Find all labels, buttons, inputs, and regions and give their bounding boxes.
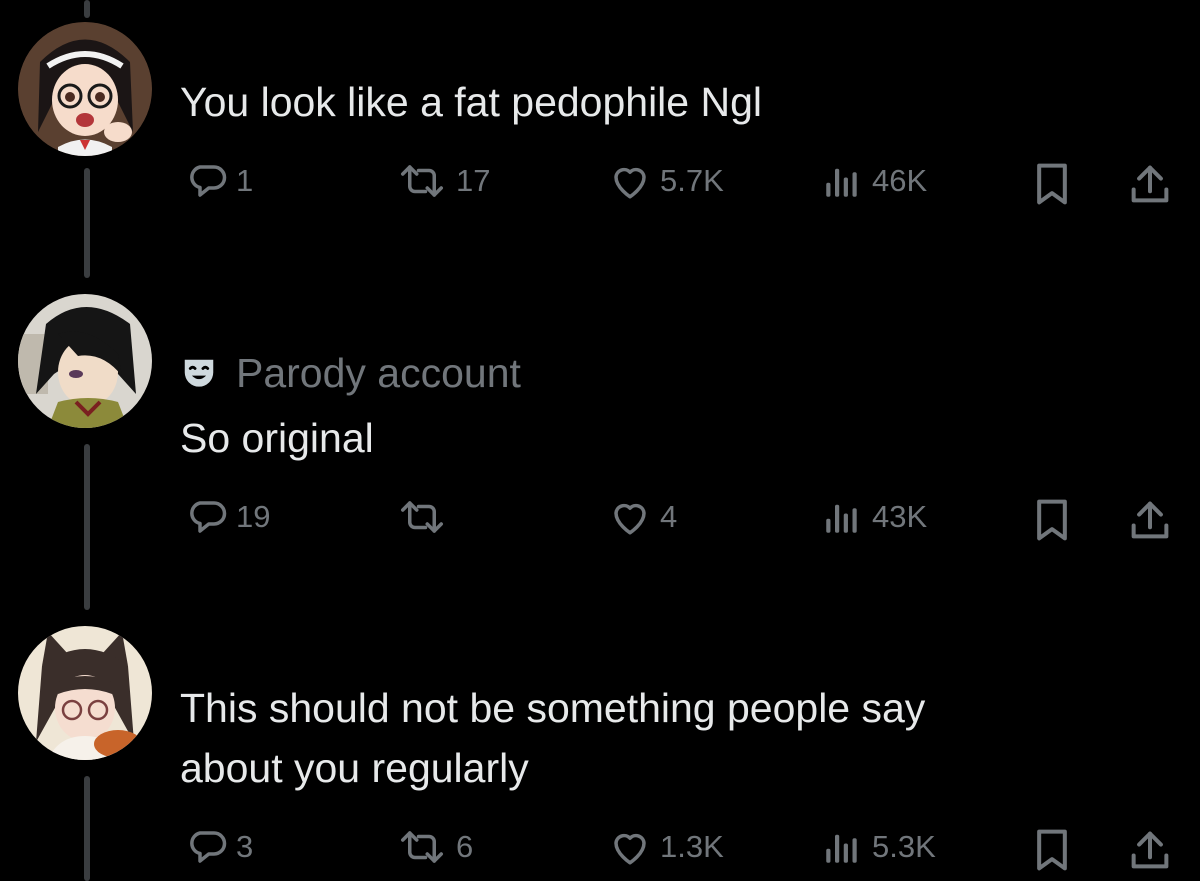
reply-tweet-3[interactable]: This should not be something people say … xyxy=(0,0,1200,871)
like-count: 5.7K xyxy=(660,163,724,198)
heart-icon xyxy=(614,833,646,865)
tweet-text-line: This should not be something people say xyxy=(180,685,926,731)
bookmark-button[interactable] xyxy=(1032,828,1072,877)
bookmark-icon xyxy=(1037,499,1067,541)
share-button[interactable] xyxy=(1130,498,1170,547)
parody-account-label: Parody account xyxy=(236,350,521,396)
like-button[interactable]: 4 xyxy=(608,496,677,538)
repost-button[interactable]: 17 xyxy=(396,160,490,202)
theater-mask-icon xyxy=(184,359,214,387)
tweet-text: You look like a fat pedophile Ngl xyxy=(180,72,762,132)
reply-count: 1 xyxy=(236,163,254,198)
reply-button[interactable]: 1 xyxy=(186,160,253,202)
share-icon xyxy=(1131,165,1169,203)
repost-button[interactable] xyxy=(396,496,456,538)
share-icon xyxy=(1131,501,1169,539)
bookmark-icon xyxy=(1037,829,1067,871)
share-icon xyxy=(1131,831,1169,869)
reply-button[interactable]: 3 xyxy=(186,826,253,868)
repost-arrows-icon xyxy=(401,831,443,863)
heart-icon xyxy=(614,167,646,199)
reply-button[interactable]: 19 xyxy=(186,496,270,538)
reply-count: 19 xyxy=(236,499,271,534)
views-button[interactable]: 43K xyxy=(820,496,927,538)
tweet-text: So original xyxy=(180,408,374,468)
views-bar-chart-icon xyxy=(826,504,857,533)
like-count: 4 xyxy=(660,499,678,534)
avatar[interactable] xyxy=(18,294,152,428)
heart-icon xyxy=(614,503,646,535)
bookmark-button[interactable] xyxy=(1032,162,1072,211)
reply-bubble-icon xyxy=(190,831,227,863)
views-bar-chart-icon xyxy=(826,834,857,863)
action-bar: 1 17 5.7K 46K xyxy=(0,160,1200,210)
repost-button[interactable]: 6 xyxy=(396,826,473,868)
reply-bubble-icon xyxy=(190,501,227,533)
views-button[interactable]: 46K xyxy=(820,160,927,202)
tweet-text-line: So original xyxy=(180,415,374,461)
reply-bubble-icon xyxy=(190,165,227,197)
tweet-text: This should not be something people say … xyxy=(180,678,925,798)
view-count: 46K xyxy=(872,163,928,198)
view-count: 43K xyxy=(872,499,928,534)
tweet-text-line: You look like a fat pedophile Ngl xyxy=(180,79,763,125)
bookmark-icon xyxy=(1037,163,1067,205)
tweet-text-line: about you regularly xyxy=(180,745,529,791)
reply-count: 3 xyxy=(236,829,254,864)
like-button[interactable]: 1.3K xyxy=(608,826,724,868)
share-button[interactable] xyxy=(1130,828,1170,877)
reply-tweet-1[interactable]: You look like a fat pedophile Ngl 1 17 5… xyxy=(0,0,1200,240)
action-bar: 3 6 1.3K 5.3K xyxy=(0,826,1200,876)
views-button[interactable]: 5.3K xyxy=(820,826,936,868)
action-bar: 19 4 43K xyxy=(0,496,1200,546)
parody-account-badge: Parody account xyxy=(180,350,521,397)
like-button[interactable]: 5.7K xyxy=(608,160,724,202)
like-count: 1.3K xyxy=(660,829,724,864)
repost-count: 17 xyxy=(456,163,491,198)
repost-arrows-icon xyxy=(401,501,443,533)
views-bar-chart-icon xyxy=(826,168,857,197)
avatar[interactable] xyxy=(18,626,152,760)
share-button[interactable] xyxy=(1130,162,1170,211)
view-count: 5.3K xyxy=(872,829,936,864)
avatar[interactable] xyxy=(18,22,152,156)
repost-arrows-icon xyxy=(401,165,443,197)
bookmark-button[interactable] xyxy=(1032,498,1072,547)
repost-count: 6 xyxy=(456,829,474,864)
